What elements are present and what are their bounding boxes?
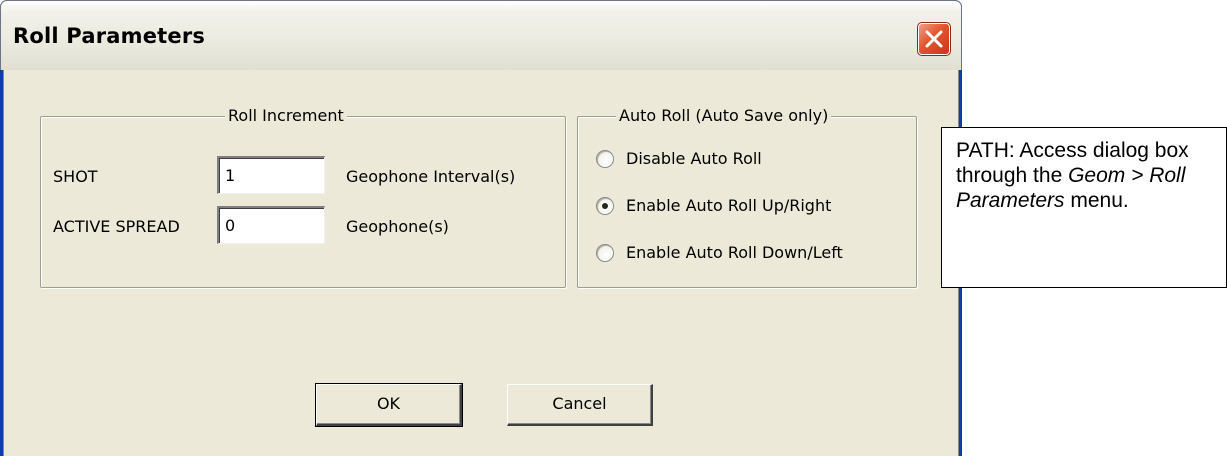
radio-button[interactable] [596, 150, 614, 168]
roll-increment-group: Roll Increment SHOT 1 Geophone Interval(… [40, 106, 566, 288]
shot-input[interactable]: 1 [217, 156, 325, 194]
cancel-button[interactable]: Cancel [507, 384, 653, 426]
active-spread-label: ACTIVE SPREAD [53, 217, 180, 236]
active-spread-unit-label: Geophone(s) [346, 217, 449, 236]
auto-roll-legend: Auto Roll (Auto Save only) [616, 106, 832, 125]
title-bar[interactable]: Roll Parameters [0, 0, 962, 70]
radio-label: Enable Auto Roll Up/Right [626, 196, 832, 215]
ok-button[interactable]: OK [315, 383, 463, 427]
radio-label: Enable Auto Roll Down/Left [626, 243, 843, 262]
dialog-body: Roll Increment SHOT 1 Geophone Interval(… [3, 70, 959, 456]
radio-label: Disable Auto Roll [626, 149, 762, 168]
auto-roll-group: Auto Roll (Auto Save only) Disable Auto … [577, 106, 917, 288]
radio-button[interactable] [596, 244, 614, 262]
active-spread-input[interactable]: 0 [217, 206, 325, 244]
radio-selected-dot [602, 203, 608, 209]
roll-increment-legend: Roll Increment [225, 106, 347, 125]
dialog-title: Roll Parameters [13, 24, 206, 48]
shot-label: SHOT [53, 167, 98, 186]
roll-parameters-dialog: Roll Parameters Roll Increment SHOT 1 Ge… [0, 0, 962, 456]
path-annotation-box: PATH: Access dialog box through the Geom… [941, 127, 1227, 288]
close-x-icon [925, 30, 943, 48]
radio-button-selected[interactable] [596, 197, 614, 215]
shot-unit-label: Geophone Interval(s) [346, 167, 516, 186]
close-button[interactable] [917, 22, 951, 56]
annotation-suffix: menu. [1064, 189, 1129, 212]
